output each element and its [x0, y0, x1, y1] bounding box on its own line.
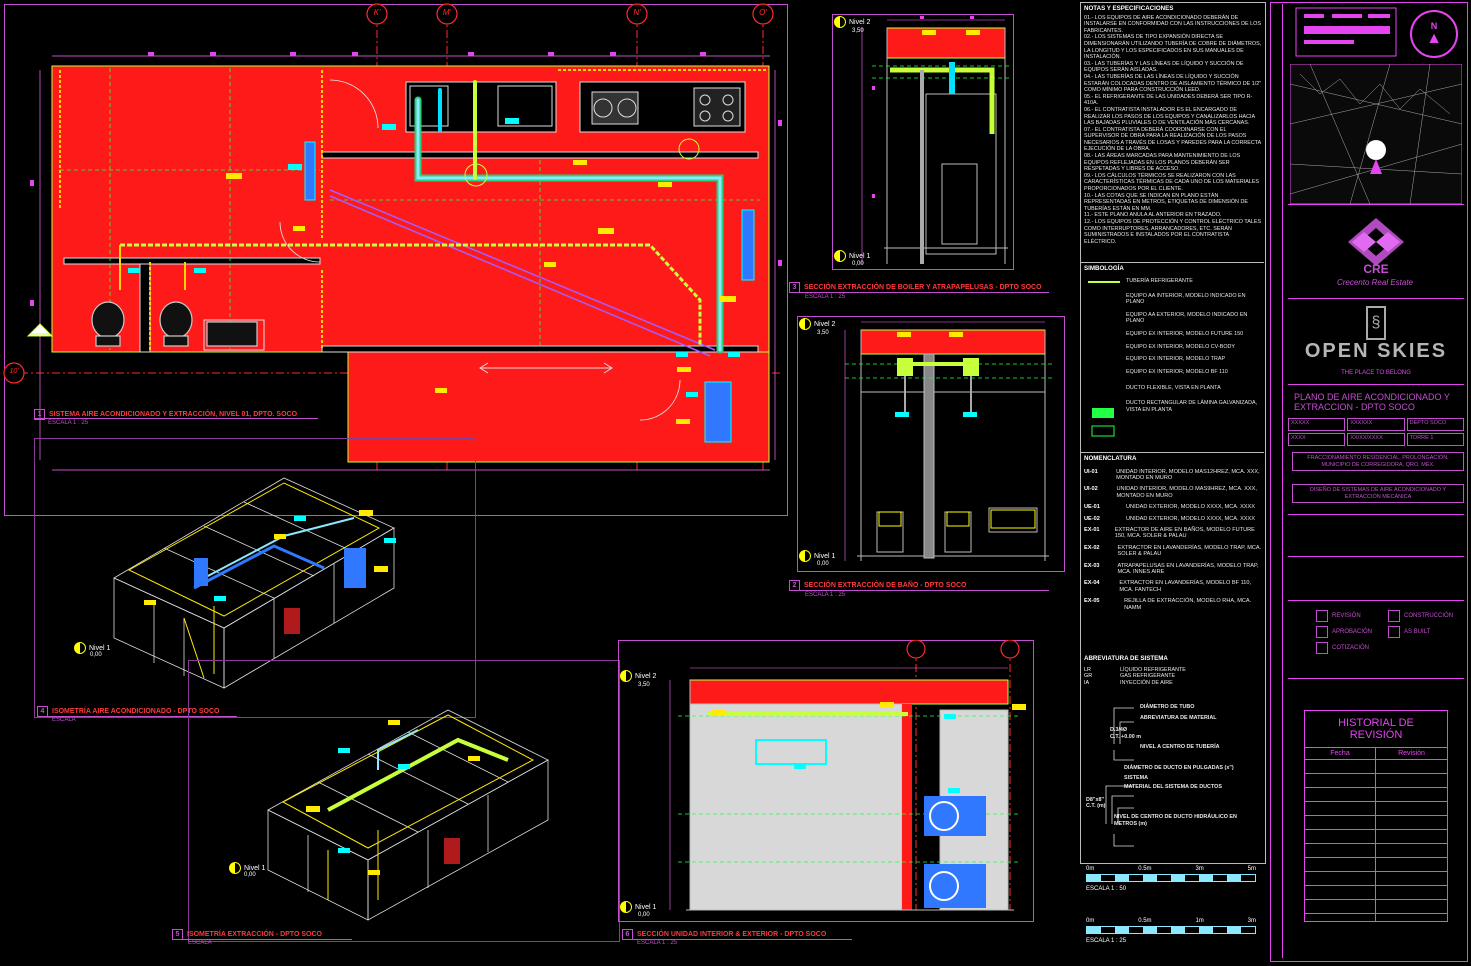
plan-title-text: SISTEMA AIRE ACONDICIONADO Y EXTRACCIÓN,…	[49, 411, 298, 418]
field-cell: XXXX	[1288, 433, 1346, 446]
note-line: 07.- EL CONTRATISTA DEBERÁ COORDINARSE C…	[1084, 126, 1261, 153]
grid-label-k: K'	[373, 8, 381, 17]
drawing-title: PLANO DE AIRE ACONDICIONADO Y EXTRACCION…	[1294, 392, 1450, 412]
history-rows	[1305, 760, 1447, 922]
nomenclature-item: EX-05 REJILLA DE EXTRACCIÓN, MODELO RHA, …	[1084, 598, 1252, 611]
checkbox-revision[interactable]: REVISIÓN	[1316, 610, 1388, 622]
symbol-item: EQUIPO EX INTERIOR, MODELO TRAP	[1126, 356, 1226, 363]
symbology-list: TUBERÍA REFRIGERANTE EQUIPO AA INTERIOR,…	[1126, 278, 1262, 413]
cre-logo-abbr: CRE	[1363, 262, 1389, 276]
revision-history: HISTORIAL DE REVISIÓN Fecha Revisión	[1304, 710, 1448, 922]
nomenclature-item: UI-02 UNIDAD INTERIOR, MODELO MAS9HREZ, M…	[1084, 486, 1257, 499]
nomenclature-item: EX-04 EXTRACTOR EN LAVANDERÍAS, MODELO BF…	[1084, 580, 1252, 593]
iso1-level1-value: 0,00	[90, 652, 102, 658]
scale-bar-25: 0m 0.5m 1m 3m ESCALA 1 : 25	[1086, 918, 1256, 944]
open-skies-icon: §	[1366, 306, 1386, 340]
titleblock-fields: XXXXX XXXXXX DEPTO SOCO XXXX XX/XX/XXXX …	[1288, 418, 1464, 446]
history-col-date: Fecha	[1305, 748, 1376, 760]
symbol-item: EQUIPO AA INTERIOR, MODELO INDICADO EN P…	[1126, 292, 1246, 306]
section3-level1-value: 0,00	[852, 261, 864, 267]
symbology-section: SIMBOLOGÍA	[1084, 265, 1262, 275]
note-line: 04.- LAS TUBERÍAS DE LAS LÍNEAS DE LÍQUI…	[1084, 73, 1262, 94]
nomenclature-section: NOMENCLATURA UI-01 UNIDAD INTERIOR, MODEL…	[1084, 455, 1262, 616]
section6-level2-value: 3,50	[638, 682, 650, 688]
section6-drawing	[669, 640, 1026, 911]
symbol-item: EQUIPO EX INTERIOR, MODELO CV-BODY	[1126, 343, 1236, 350]
cre-logo-icon	[1348, 218, 1404, 266]
note-line: 08.- LAS ÁREAS MARCADAS PARA MANTENIMIEN…	[1084, 153, 1241, 173]
symbol-item: EQUIPO AA EXTERIOR, MODELO INDICADO EN P…	[1126, 311, 1248, 325]
note-line: 12.- LOS EQUIPOS DE PROTECCIÓN Y CONTROL…	[1084, 219, 1262, 245]
section3-level2: Nivel 2	[834, 16, 870, 28]
section2-level2-value: 3,50	[817, 330, 829, 336]
nomenclature-heading: NOMENCLATURA	[1084, 455, 1137, 462]
designer-info: DISEÑO DE SISTEMAS DE AIRE ACONDICIONADO…	[1292, 484, 1464, 503]
symbol-item: DUCTO RECTANGULAR DE LÁMINA GALVANIZADA,…	[1126, 399, 1258, 413]
symbol-item: DUCTO FLEXIBLE, VISTA EN PLANTA	[1126, 385, 1221, 392]
checkbox-as-built[interactable]: AS BUILT	[1388, 626, 1460, 638]
open-skies-name: OPEN SKIES	[1304, 340, 1448, 362]
nomenclature-item: EX-03 ATRAPAPELUSAS EN LAVANDERÍAS, MODEL…	[1084, 562, 1259, 576]
location-map	[1290, 64, 1462, 204]
note-line: 02.- LOS SISTEMAS DE TIPO EXPANSIÓN DIRE…	[1084, 34, 1262, 61]
checkbox-approval[interactable]: APROBACIÓN	[1316, 626, 1388, 638]
note-line: 09.- LOS CÁLCULOS TÉRMICOS SE REALIZARON…	[1084, 172, 1260, 193]
iso2-drawing	[267, 709, 549, 921]
field-cell: XXXXXX	[1347, 418, 1405, 431]
revision-history-title: HISTORIAL DE REVISIÓN	[1305, 711, 1447, 748]
note-line: 05.- EL REFRIGERANTE DE LAS UNIDADES DEB…	[1084, 93, 1253, 107]
open-skies-tagline: THE PLACE TO BELONG	[1341, 370, 1411, 376]
section2-drawing	[844, 321, 1053, 561]
section2-level2: Nivel 2	[799, 318, 835, 330]
symbology-heading: SIMBOLOGÍA	[1084, 265, 1124, 272]
nomenclature-item: UE-02 UNIDAD EXTERIOR, MODELO XXXX, MCA. …	[1084, 515, 1255, 522]
grid-label-n: N'	[633, 8, 641, 17]
field-cell: TORRE 1	[1406, 433, 1464, 446]
history-col-revision: Revisión	[1376, 748, 1447, 760]
status-checkboxes: REVISIÓN CONSTRUCCIÓN APROBACIÓN AS BUIL…	[1316, 610, 1460, 654]
section3-level2-value: 3,50	[852, 28, 864, 34]
scale-bar-50: 0m 0.5m 3m 5m ESCALA 1 : 50	[1086, 866, 1256, 892]
note-line: 06.- EL CONTRATISTA INSTALADOR ES EL ENC…	[1084, 106, 1255, 127]
north-arrow: N ▲	[1410, 10, 1458, 58]
tag-diagram-text: DIÁMETRO DE TUBO ABREVIATURA DE MATERIAL…	[1086, 704, 1237, 827]
plan-scale: ESCALA 1 : 25	[48, 420, 89, 426]
cre-logo-name: Crecento Real Estate	[1336, 278, 1414, 287]
note-line: 01.- LOS EQUIPOS DE AIRE ACONDICIONADO D…	[1084, 14, 1261, 34]
checkbox-construction[interactable]: CONSTRUCCIÓN	[1388, 610, 1460, 622]
abbreviation-heading: ABREVIATURA DE SISTEMA	[1084, 655, 1168, 662]
field-cell: XX/XX/XXXX	[1347, 433, 1405, 446]
checkbox-quotation[interactable]: COTIZACIÓN	[1316, 642, 1388, 654]
section3-drawing	[861, 16, 1010, 264]
grid-label-m: M'	[442, 8, 452, 17]
project-info: FRACCIONAMIENTO RESIDENCIAL, PROLONGACIÓ…	[1292, 452, 1464, 471]
note-line: 11.- ESTE PLANO ANULA AL ANTERIOR EN TRA…	[1084, 212, 1222, 219]
symbol-item: EQUIPO EX INTERIOR, MODELO BF 110	[1126, 368, 1228, 375]
section6-level2: Nivel 2	[620, 670, 656, 682]
nomenclature-item: UI-01 UNIDAD INTERIOR, MODELO MAS12HREZ, …	[1084, 468, 1260, 481]
symbol-item: TUBERÍA REFRIGERANTE	[1126, 278, 1193, 284]
nomenclature-item: EX-02 EXTRACTOR EN LAVANDERÍAS, MODELO TR…	[1084, 544, 1262, 558]
note-line: 10.- LAS COTAS QUE SE INDICAN EN PLANO E…	[1084, 192, 1248, 212]
symbology-icons	[1088, 281, 1120, 437]
abbreviation-section: ABREVIATURA DE SISTEMA LR GR IA LÍQUIDO …	[1084, 655, 1262, 686]
section6-level1-value: 0,00	[638, 912, 650, 918]
notes-section: NOTAS Y ESPECIFICACIONES 01.- LOS EQUIPO…	[1084, 5, 1262, 245]
nomenclature-item: UE-01 UNIDAD EXTERIOR, MODELO XXXX, MCA. …	[1084, 504, 1255, 511]
company-stamp	[1295, 7, 1397, 57]
nomenclature-item: EX-01 EXTRACTOR DE AIRE EN BAÑOS, MODELO …	[1084, 527, 1255, 540]
symbol-item: EQUIPO EX INTERIOR, MODELO FUTURE 150	[1126, 330, 1244, 337]
field-cell: XXXXX	[1288, 418, 1346, 431]
notes-heading: NOTAS Y ESPECIFICACIONES	[1084, 5, 1174, 12]
grid-label-o: O'	[759, 8, 767, 17]
note-line: 03.- LAS TUBERÍAS Y LAS LÍNEAS DE LÍQUID…	[1084, 60, 1244, 74]
iso2-level1-value: 0,00	[244, 872, 256, 878]
section2-level1-value: 0,00	[817, 561, 829, 567]
field-cell: DEPTO SOCO	[1406, 418, 1464, 431]
north-arrow-icon: ▲	[1426, 29, 1442, 47]
grid-label-10: 10'	[9, 368, 19, 375]
